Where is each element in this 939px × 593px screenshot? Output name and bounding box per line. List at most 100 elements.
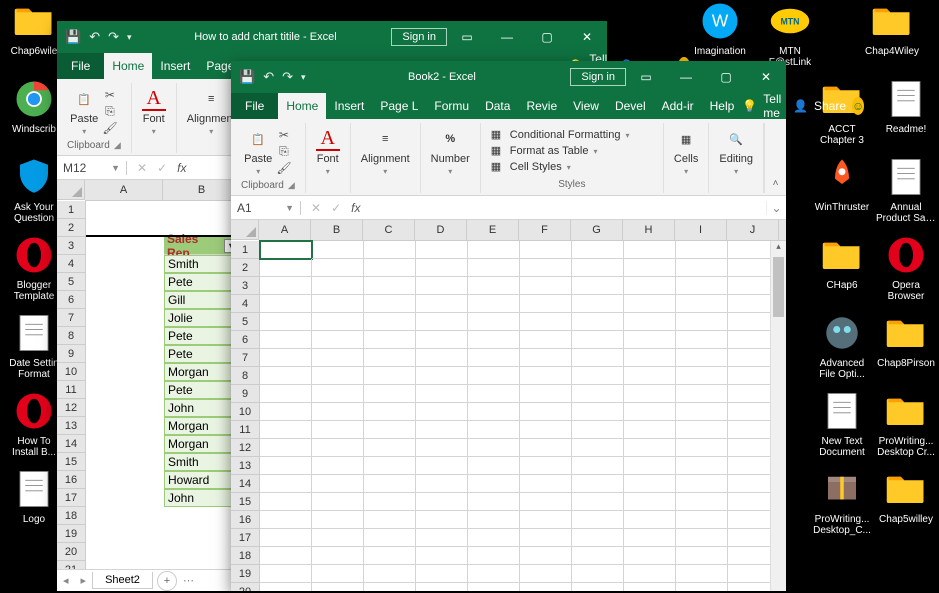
- cell[interactable]: [312, 421, 364, 439]
- cell[interactable]: [468, 259, 520, 277]
- tab-home[interactable]: Home: [278, 93, 326, 119]
- cell[interactable]: [676, 493, 728, 511]
- paste-button[interactable]: 📋 Paste ▾: [244, 127, 272, 176]
- cell[interactable]: [416, 421, 468, 439]
- cell[interactable]: [260, 439, 312, 457]
- cell[interactable]: [364, 457, 416, 475]
- cell[interactable]: [468, 457, 520, 475]
- desktop-icon[interactable]: OperaBrowser: [876, 234, 936, 302]
- enter-formula-icon[interactable]: ✓: [331, 201, 341, 215]
- tab-formulas[interactable]: Formu: [426, 93, 477, 119]
- tab-view[interactable]: View: [565, 93, 607, 119]
- cell[interactable]: [624, 583, 676, 591]
- cell[interactable]: [260, 241, 312, 259]
- cell[interactable]: [468, 403, 520, 421]
- cell[interactable]: [624, 295, 676, 313]
- cell[interactable]: [312, 475, 364, 493]
- cell[interactable]: [312, 331, 364, 349]
- smile-icon[interactable]: ☺: [852, 97, 864, 115]
- cell[interactable]: [260, 349, 312, 367]
- row-header[interactable]: 5: [231, 313, 259, 331]
- row-header[interactable]: 8: [231, 367, 259, 385]
- desktop-icon[interactable]: AnnualProduct Sal...: [876, 156, 936, 224]
- save-icon[interactable]: 💾: [239, 69, 255, 85]
- cell[interactable]: [624, 547, 676, 565]
- cell[interactable]: [468, 475, 520, 493]
- row-header[interactable]: 15: [231, 493, 259, 511]
- row-header[interactable]: 4: [57, 255, 85, 273]
- cell[interactable]: [260, 475, 312, 493]
- row-header[interactable]: 14: [57, 435, 85, 453]
- select-all-corner[interactable]: [231, 220, 259, 240]
- row-header[interactable]: 6: [231, 331, 259, 349]
- desktop-icon[interactable]: MTNMTNF@stLink: [760, 0, 820, 68]
- cell[interactable]: [312, 547, 364, 565]
- name-box[interactable]: M12▼: [57, 161, 127, 175]
- cell[interactable]: [312, 529, 364, 547]
- column-header[interactable]: J: [727, 220, 779, 240]
- cell[interactable]: [572, 331, 624, 349]
- tab-help[interactable]: Help: [702, 93, 743, 119]
- scroll-thumb[interactable]: [773, 257, 784, 317]
- cell[interactable]: [468, 349, 520, 367]
- collapse-ribbon-icon[interactable]: ˄: [764, 123, 786, 193]
- row-header[interactable]: 18: [57, 507, 85, 525]
- cell[interactable]: [468, 295, 520, 313]
- cell[interactable]: [624, 349, 676, 367]
- format-painter-icon[interactable]: 🖌: [102, 121, 117, 135]
- cell[interactable]: [468, 439, 520, 457]
- row-header[interactable]: 3: [231, 277, 259, 295]
- row-header[interactable]: 19: [231, 565, 259, 583]
- new-sheet-icon[interactable]: +: [157, 571, 177, 591]
- cell[interactable]: [312, 295, 364, 313]
- cell[interactable]: [260, 403, 312, 421]
- cell[interactable]: [520, 547, 572, 565]
- cell[interactable]: [312, 313, 364, 331]
- cell[interactable]: [312, 349, 364, 367]
- undo-icon[interactable]: ↶: [89, 29, 100, 45]
- ribbon-options-icon[interactable]: ▭: [447, 30, 487, 44]
- row-header[interactable]: 13: [231, 457, 259, 475]
- tab-page-layout[interactable]: Page L: [372, 93, 426, 119]
- cell[interactable]: [676, 511, 728, 529]
- cell[interactable]: [572, 457, 624, 475]
- paste-button[interactable]: 📋 Paste ▾: [70, 87, 98, 136]
- tab-insert[interactable]: Insert: [326, 93, 372, 119]
- cell[interactable]: [260, 277, 312, 295]
- cell[interactable]: [676, 367, 728, 385]
- cell[interactable]: [364, 439, 416, 457]
- cell[interactable]: [364, 475, 416, 493]
- row-header[interactable]: 10: [231, 403, 259, 421]
- row-header[interactable]: 14: [231, 475, 259, 493]
- cell[interactable]: [676, 295, 728, 313]
- cell[interactable]: [416, 241, 468, 259]
- cell[interactable]: [364, 259, 416, 277]
- cell[interactable]: [572, 241, 624, 259]
- cell[interactable]: [676, 529, 728, 547]
- cell[interactable]: [468, 529, 520, 547]
- cell[interactable]: [624, 277, 676, 295]
- row-header[interactable]: 9: [57, 345, 85, 363]
- cell[interactable]: [416, 475, 468, 493]
- cell[interactable]: [572, 565, 624, 583]
- sign-in-button[interactable]: Sign in: [570, 68, 626, 86]
- cell[interactable]: [520, 529, 572, 547]
- row-header[interactable]: 12: [231, 439, 259, 457]
- cell[interactable]: [468, 331, 520, 349]
- cell[interactable]: [468, 493, 520, 511]
- tab-file[interactable]: File: [231, 93, 278, 119]
- cell[interactable]: [312, 385, 364, 403]
- close-icon[interactable]: ✕: [567, 30, 607, 44]
- row-header[interactable]: 11: [231, 421, 259, 439]
- cell[interactable]: [676, 241, 728, 259]
- column-header[interactable]: B: [311, 220, 363, 240]
- row-header[interactable]: 16: [231, 511, 259, 529]
- minimize-icon[interactable]: —: [487, 30, 527, 44]
- cell[interactable]: [416, 529, 468, 547]
- cell[interactable]: [624, 565, 676, 583]
- cell[interactable]: [520, 403, 572, 421]
- cell[interactable]: [676, 565, 728, 583]
- row-header[interactable]: 2: [57, 219, 85, 237]
- cell[interactable]: [624, 511, 676, 529]
- row-header[interactable]: 1: [57, 201, 85, 219]
